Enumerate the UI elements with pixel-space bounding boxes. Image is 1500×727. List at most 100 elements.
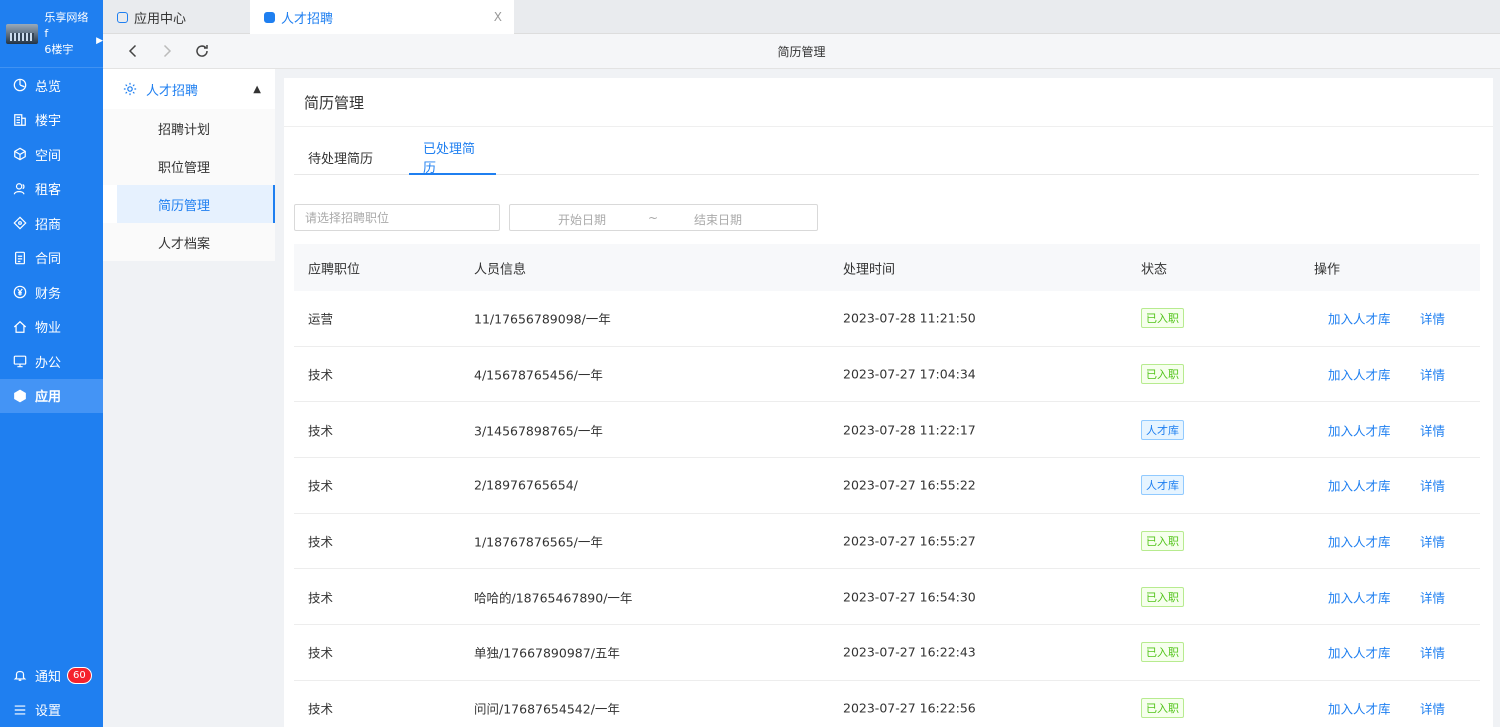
nav-label: 财务 <box>35 286 62 302</box>
nav-label: 办公 <box>35 355 62 371</box>
status-badge: 已入职 <box>1141 364 1184 385</box>
cell-info: 3/14567898765/一年 <box>474 423 603 439</box>
main-panel: 简历管理 待处理简历 已处理简历 请选择招聘职位 开始日期 ~ 结束日期 应聘职… <box>284 78 1493 727</box>
subnav-group-talent[interactable]: 人才招聘 ▲ <box>103 69 275 109</box>
subnav-item-plan[interactable]: 招聘计划 <box>103 109 275 147</box>
monitor-icon <box>13 354 27 368</box>
add-to-talent-pool-link[interactable]: 加入人才库 <box>1328 532 1391 551</box>
add-to-talent-pool-link[interactable]: 加入人才库 <box>1328 643 1391 662</box>
tab-talent-recruit[interactable]: 人才招聘 X <box>250 0 514 34</box>
nav-item-property[interactable]: 物业 <box>0 310 103 345</box>
add-to-talent-pool-link[interactable]: 加入人才库 <box>1328 365 1391 384</box>
nav-item-building[interactable]: 楼宇 <box>0 103 103 138</box>
table-row: 技术 3/14567898765/一年 2023-07-28 11:22:17 人才库… <box>294 402 1480 459</box>
cell-time: 2023-07-27 16:55:27 <box>843 533 976 549</box>
detail-link[interactable]: 详情 <box>1420 699 1445 718</box>
document-icon <box>13 251 27 265</box>
home-icon <box>13 320 27 334</box>
page-title: 简历管理 <box>284 78 1493 127</box>
forward-button[interactable] <box>158 42 176 60</box>
add-to-talent-pool-link[interactable]: 加入人才库 <box>1328 699 1391 718</box>
nav-item-apps[interactable]: 应用 <box>0 378 103 413</box>
nav-label: 空间 <box>35 148 62 164</box>
cell-position: 技术 <box>308 701 334 717</box>
settings-label: 设置 <box>35 704 62 720</box>
notify-label: 通知 <box>35 669 62 685</box>
refresh-button[interactable] <box>193 42 211 60</box>
tab-processed[interactable]: 已处理简历 <box>409 140 496 176</box>
dashboard-icon <box>13 78 27 92</box>
nav-item-overview[interactable]: 总览 <box>0 68 103 103</box>
detail-link[interactable]: 详情 <box>1420 365 1445 384</box>
cell-time: 2023-07-28 11:22:17 <box>843 422 976 438</box>
nav-item-finance[interactable]: 财务 <box>0 275 103 310</box>
nav-item-tenant[interactable]: 租客 <box>0 172 103 207</box>
nav-label: 合同 <box>35 252 62 268</box>
subnav-item-position[interactable]: 职位管理 <box>103 147 275 185</box>
cell-time: 2023-07-27 16:22:43 <box>843 644 976 660</box>
tab-app-center[interactable]: 应用中心 <box>103 0 250 34</box>
yen-icon <box>13 285 27 299</box>
add-to-talent-pool-link[interactable]: 加入人才库 <box>1328 587 1391 606</box>
brand-switcher[interactable]: 乐享网络f 6楼宇 ▶ <box>0 0 103 68</box>
add-to-talent-pool-link[interactable]: 加入人才库 <box>1328 309 1391 328</box>
add-to-talent-pool-link[interactable]: 加入人才库 <box>1328 420 1391 439</box>
window-tabs: 应用中心 人才招聘 X <box>103 0 1500 34</box>
nav-item-contract[interactable]: 合同 <box>0 241 103 276</box>
brand-name: 乐享网络f <box>44 10 89 40</box>
cell-position: 技术 <box>308 423 334 439</box>
status-badge: 人才库 <box>1141 475 1184 496</box>
detail-link[interactable]: 详情 <box>1420 643 1445 662</box>
date-range-picker[interactable]: 开始日期 ~ 结束日期 <box>509 204 818 231</box>
nav-item-settings[interactable]: 设置 <box>0 693 103 727</box>
detail-link[interactable]: 详情 <box>1420 532 1445 551</box>
bell-icon <box>13 668 27 682</box>
col-info: 人员信息 <box>474 262 527 277</box>
cell-position: 运营 <box>308 311 334 327</box>
position-select[interactable]: 请选择招聘职位 <box>294 204 500 231</box>
resume-table: 应聘职位 人员信息 处理时间 状态 操作 运营 11/17656789098/一年… <box>294 244 1480 727</box>
cell-position: 技术 <box>308 367 334 383</box>
chevron-up-icon: ▲ <box>253 83 261 95</box>
page-heading: 简历管理 <box>777 45 826 59</box>
cell-time: 2023-07-28 11:21:50 <box>843 310 976 326</box>
table-row: 技术 问问/17687654542/一年 2023-07-27 16:22:56 已入… <box>294 681 1480 727</box>
detail-link[interactable]: 详情 <box>1420 476 1445 495</box>
resume-tabs: 待处理简历 已处理简历 <box>294 140 1479 176</box>
col-time: 处理时间 <box>843 262 896 277</box>
app-center-icon <box>117 11 128 23</box>
menu-icon <box>13 703 27 717</box>
end-date-input[interactable]: 结束日期 <box>694 211 742 228</box>
nav-label: 物业 <box>35 321 62 337</box>
subnav-item-archive[interactable]: 人才档案 <box>103 223 275 261</box>
nav-list: 总览 楼宇 空间 租客 招商 合同 财务 物业 办公 应用 <box>0 68 103 413</box>
cell-info: 单独/17667890987/五年 <box>474 645 620 661</box>
detail-link[interactable]: 详情 <box>1420 587 1445 606</box>
status-badge: 已入职 <box>1141 586 1184 607</box>
tab-pending[interactable]: 待处理简历 <box>294 140 387 175</box>
building-icon <box>13 113 27 127</box>
nav-item-investment[interactable]: 招商 <box>0 206 103 241</box>
nav-item-office[interactable]: 办公 <box>0 344 103 379</box>
cell-info: 问问/17687654542/一年 <box>474 701 620 717</box>
add-to-talent-pool-link[interactable]: 加入人才库 <box>1328 476 1391 495</box>
sub-nav: 人才招聘 ▲ 招聘计划 职位管理 简历管理 人才档案 <box>103 69 275 727</box>
back-button[interactable] <box>124 42 142 60</box>
subnav-item-resume[interactable]: 简历管理 <box>117 185 275 223</box>
nav-item-notify[interactable]: 通知 60 <box>0 658 103 693</box>
table-row: 技术 单独/17667890987/五年 2023-07-27 16:22:43 已入… <box>294 625 1480 681</box>
close-tab-button[interactable]: X <box>494 10 502 24</box>
cell-info: 1/18767876565/一年 <box>474 534 603 550</box>
tag-icon <box>13 216 27 230</box>
col-actions: 操作 <box>1314 262 1341 277</box>
detail-link[interactable]: 详情 <box>1420 420 1445 439</box>
detail-link[interactable]: 详情 <box>1420 309 1445 328</box>
cell-info: 哈哈的/18765467890/一年 <box>474 590 633 606</box>
nav-item-space[interactable]: 空间 <box>0 137 103 172</box>
col-status: 状态 <box>1141 262 1168 277</box>
cell-time: 2023-07-27 16:55:22 <box>843 477 976 493</box>
nav-label: 租客 <box>35 183 62 199</box>
cell-position: 技术 <box>308 534 334 550</box>
cell-info: 4/15678765456/一年 <box>474 367 603 383</box>
start-date-input[interactable]: 开始日期 <box>558 211 606 228</box>
